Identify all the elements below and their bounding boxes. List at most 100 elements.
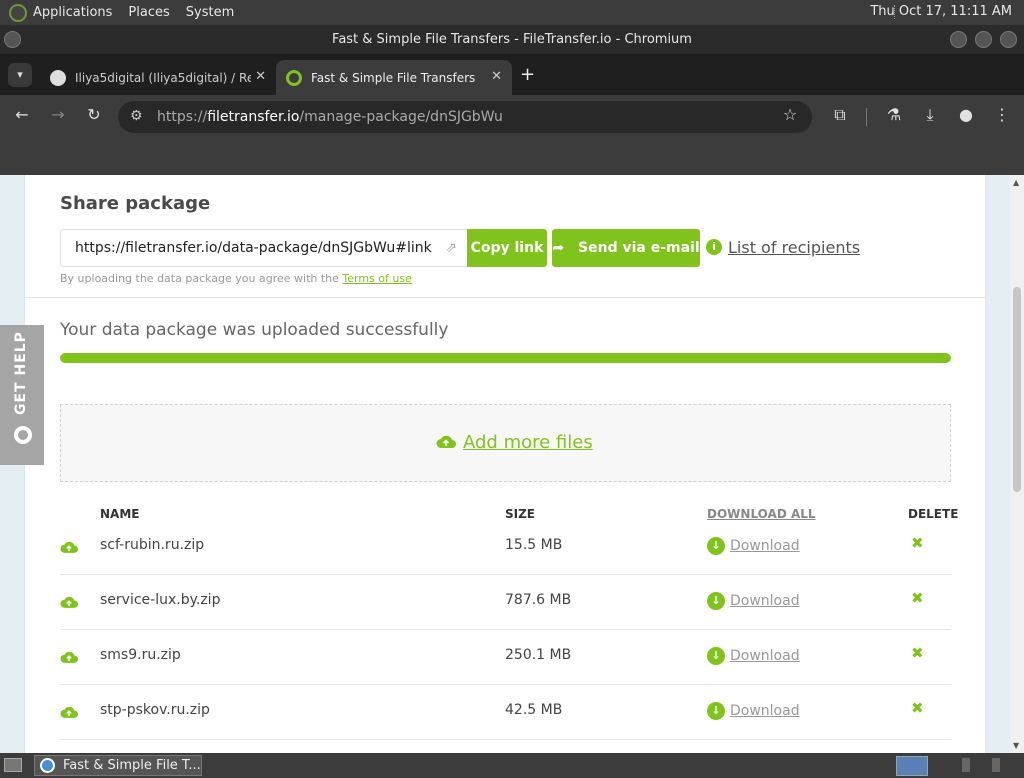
delete-x-icon[interactable]: ✖ <box>911 589 924 607</box>
cloud-upload-icon <box>436 435 456 448</box>
cloud-upload-icon <box>60 706 78 718</box>
add-more-files-link[interactable]: Add more files <box>463 432 593 453</box>
workspace-3-icon[interactable] <box>992 758 1000 772</box>
maximize-icon[interactable] <box>975 31 992 48</box>
bookmark-star-icon[interactable]: ☆ <box>778 105 802 124</box>
download-link[interactable]: Download <box>730 703 800 719</box>
package-link-field[interactable]: https://filetransfer.io/data-package/dnS… <box>60 229 468 267</box>
lifebuoy-icon <box>14 426 32 444</box>
download-arrow-icon[interactable]: ↓ <box>707 537 725 555</box>
url-path: /manage-package/dnSJGbWu <box>299 109 503 125</box>
table-row: service-lux.by.zip 787.6 MB ↓ Download ✖ <box>60 575 951 630</box>
col-header-name: NAME <box>100 507 140 521</box>
os-logo-icon[interactable] <box>9 3 27 22</box>
table-row: stp-pskov.ru.zip 42.5 MB ↓ Download ✖ <box>60 685 951 740</box>
download-link[interactable]: Download <box>730 593 800 609</box>
profile-icon[interactable]: ● <box>954 105 978 124</box>
tab-github[interactable]: Iliya5digital (Iliya5digital) / Re ✕ <box>40 60 276 95</box>
clock[interactable]: Thu Oct 17, 11:11 AM <box>870 4 1012 19</box>
file-size: 42.5 MB <box>505 702 563 718</box>
list-of-recipients-link[interactable]: List of recipients <box>728 238 860 257</box>
extensions-icon[interactable]: ⧉ <box>828 105 852 125</box>
url-host: filetransfer.io <box>207 109 300 125</box>
url-scheme: https:// <box>157 109 208 125</box>
cloud-upload-icon <box>60 541 78 553</box>
close-tab-icon[interactable]: ✕ <box>491 69 502 84</box>
back-arrow-icon[interactable]: ← <box>10 105 34 124</box>
scroll-up-icon[interactable]: ▲ <box>1013 178 1019 187</box>
terms-of-use-link[interactable]: Terms of use <box>342 272 411 285</box>
forward-arrow-icon[interactable]: → <box>46 105 70 124</box>
file-size: 787.6 MB <box>505 592 572 608</box>
close-tab-icon[interactable]: ✕ <box>255 69 266 84</box>
new-tab-plus-icon[interactable]: + <box>520 64 535 85</box>
package-link-text: https://filetransfer.io/data-package/dnS… <box>75 240 432 256</box>
package-card: Share package https://filetransfer.io/da… <box>24 175 986 753</box>
downloads-icon[interactable]: ⤓ <box>918 105 942 125</box>
download-link[interactable]: Download <box>730 648 800 664</box>
table-row: sms9.ru.zip 250.1 MB ↓ Download ✖ <box>60 630 951 685</box>
info-icon: i <box>706 239 722 255</box>
show-desktop-icon[interactable] <box>4 758 22 772</box>
github-favicon-icon <box>50 69 66 86</box>
menu-places[interactable]: Places <box>128 5 169 20</box>
page-scrollbar[interactable]: ▲ ▼ <box>1010 175 1024 753</box>
send-email-label: Send via e-mail <box>578 240 700 256</box>
send-email-button[interactable]: ➦ Send via e-mail <box>552 229 700 267</box>
upload-status-text: Your data package was uploaded successfu… <box>60 320 449 340</box>
download-arrow-icon[interactable]: ↓ <box>707 647 725 665</box>
taskbar-window-button[interactable]: Fast & Simple File T... <box>34 755 202 776</box>
scroll-down-icon[interactable]: ▼ <box>1013 741 1019 750</box>
upload-progress-fill <box>60 353 951 363</box>
close-window-icon[interactable] <box>1000 31 1017 48</box>
address-bar[interactable]: https://filetransfer.io/manage-package/d… <box>118 101 812 133</box>
download-arrow-icon[interactable]: ↓ <box>707 702 725 720</box>
reload-icon[interactable]: ↻ <box>82 105 106 124</box>
menu-kebab-icon[interactable]: ⋮ <box>990 105 1014 124</box>
browser-toolbar: ← → ↻ https://filetransfer.io/manage-pac… <box>0 95 1024 139</box>
tab-strip: ▾ Iliya5digital (Iliya5digital) / Re ✕ F… <box>0 54 1024 95</box>
get-help-label: GET HELP <box>13 331 29 415</box>
window-title: Fast & Simple File Transfers - FileTrans… <box>332 32 692 47</box>
file-name: sms9.ru.zip <box>100 647 181 663</box>
download-all-link[interactable]: DOWNLOAD ALL <box>707 507 816 521</box>
get-help-tab[interactable]: GET HELP <box>0 325 44 465</box>
download-arrow-icon[interactable]: ↓ <box>707 592 725 610</box>
tab-filetransfer[interactable]: Fast & Simple File Transfers ✕ <box>276 60 512 95</box>
delete-x-icon[interactable]: ✖ <box>911 644 924 662</box>
os-top-panel: Applications Places System Thu Oct 17, 1… <box>0 0 1024 25</box>
site-settings-icon[interactable]: ⚙ <box>130 108 143 124</box>
download-link[interactable]: Download <box>730 538 800 554</box>
copy-link-button[interactable]: Copy link <box>467 229 547 267</box>
section-divider <box>25 297 985 298</box>
file-size: 15.5 MB <box>505 537 563 553</box>
terms-note: By uploading the data package you agree … <box>60 272 412 285</box>
workspace-switcher-icon[interactable] <box>896 756 928 776</box>
tab-title: Fast & Simple File Transfers <box>311 70 476 85</box>
minimize-icon[interactable] <box>950 31 967 48</box>
col-header-delete: DELETE <box>908 507 959 521</box>
tab-search-chevron-icon[interactable]: ▾ <box>8 63 32 87</box>
add-files-dropzone[interactable]: Add more files <box>60 404 951 482</box>
scrollbar-thumb[interactable] <box>1013 287 1021 492</box>
workspace-2-icon[interactable] <box>962 758 970 772</box>
window-menu-icon[interactable] <box>4 31 21 48</box>
menu-applications[interactable]: Applications <box>33 5 112 20</box>
share-package-title: Share package <box>60 193 211 214</box>
external-link-icon[interactable]: ⇗ <box>445 230 457 266</box>
file-name: stp-pskov.ru.zip <box>100 702 210 718</box>
delete-x-icon[interactable]: ✖ <box>911 534 924 552</box>
labs-flask-icon[interactable]: ⚗ <box>882 105 906 124</box>
tab-title: Iliya5digital (Iliya5digital) / Re <box>75 70 251 85</box>
filetransfer-favicon-icon <box>286 69 302 86</box>
cloud-upload-icon <box>60 596 78 608</box>
chromium-icon <box>40 758 55 773</box>
delete-x-icon[interactable]: ✖ <box>911 699 924 717</box>
os-taskbar: Fast & Simple File T... <box>0 753 1024 778</box>
share-arrow-icon: ➦ <box>552 240 565 256</box>
file-name: service-lux.by.zip <box>100 592 221 608</box>
terms-note-text: By uploading the data package you agree … <box>60 272 339 285</box>
taskbar-window-label: Fast & Simple File T... <box>63 758 201 773</box>
menu-system[interactable]: System <box>186 5 234 20</box>
col-header-size: SIZE <box>505 507 536 521</box>
